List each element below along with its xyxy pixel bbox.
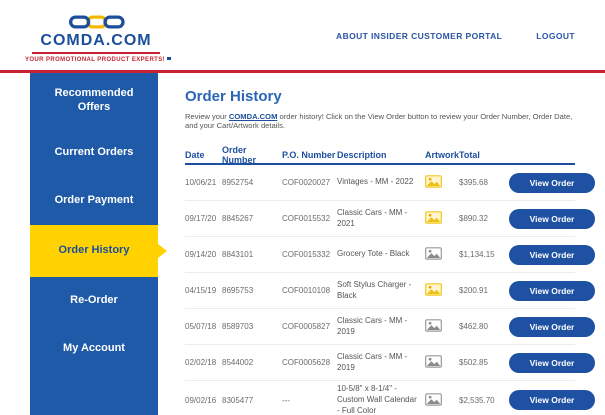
comda-link[interactable]: COMDA.COM — [229, 112, 278, 121]
row-po-number: COF0010108 — [282, 286, 331, 295]
artwork-image-icon[interactable] — [425, 211, 442, 224]
col-date: Date — [185, 150, 205, 160]
row-po-number: --- — [282, 395, 290, 405]
artwork-image-icon[interactable] — [425, 247, 442, 260]
row-date: 02/02/18 — [185, 358, 217, 367]
row-order-number: 8952754 — [222, 178, 254, 187]
row-po-number: COF0005628 — [282, 358, 331, 367]
tagline: YOUR PROMOTIONAL PRODUCT EXPERTS! — [25, 57, 172, 63]
view-order-button[interactable]: View Order — [509, 316, 595, 337]
sidebar-item-re-order[interactable]: Re-Order — [30, 277, 158, 325]
tagline-text: YOUR PROMOTIONAL PRODUCT EXPERTS! — [24, 57, 166, 63]
row-order-number: 8589703 — [222, 322, 254, 331]
sidebar-item-order-payment[interactable]: Order Payment — [30, 177, 158, 225]
row-date: 09/14/20 — [185, 250, 217, 259]
row-order-number: 8695753 — [222, 286, 254, 295]
row-po-number: COF0015332 — [282, 250, 331, 259]
row-description: Vintages - MM - 2022 — [337, 177, 414, 187]
row-date: 05/07/18 — [185, 322, 217, 331]
table-row: 10/06/21 8952754 COF0020027 Vintages - M… — [185, 165, 595, 201]
row-po-number: COF0020027 — [282, 178, 331, 187]
view-order-button[interactable]: View Order — [509, 208, 595, 229]
row-total: $502.85 — [459, 358, 488, 367]
page-title: Order History — [185, 88, 282, 105]
row-po-number: COF0005827 — [282, 322, 331, 331]
artwork-image-icon[interactable] — [425, 392, 442, 406]
col-total: Total — [459, 150, 480, 160]
row-description: Soft Stylus Charger - Black — [337, 279, 412, 300]
view-order-button[interactable]: View Order — [509, 172, 595, 193]
about-insider-customer-portal-link[interactable]: ABOUT INSIDER CUSTOMER PORTAL — [336, 31, 502, 41]
row-description: 10-5/8" x 8-1/4" - Custom Wall Calendar … — [337, 384, 417, 415]
row-order-number: 8845267 — [222, 214, 254, 223]
sidebar-item-current-orders[interactable]: Current Orders — [30, 129, 158, 177]
row-total: $2,535.70 — [459, 395, 495, 405]
sidebar-item-recommended-offers[interactable]: Recommended Offers — [30, 73, 158, 129]
view-order-button[interactable]: View Order — [509, 352, 595, 373]
col-artwork: Artwork — [425, 150, 460, 160]
sidebar-item-my-account[interactable]: My Account — [30, 325, 158, 373]
sidebar-item-order-history[interactable]: Order History — [30, 225, 158, 277]
view-order-button[interactable]: View Order — [509, 280, 595, 301]
intro-text: Review your COMDA.COM order history! Cli… — [185, 112, 575, 130]
brand-underline — [32, 52, 160, 54]
row-date: 04/15/19 — [185, 286, 217, 295]
brand-name: COMDA.COM — [40, 32, 152, 49]
col-po-number: P.O. Number — [282, 150, 336, 160]
order-history-table: Date Order Number P.O. Number Descriptio… — [185, 145, 595, 415]
row-order-number: 8544002 — [222, 358, 254, 367]
table-row: 09/02/16 8305477 --- 10-5/8" x 8-1/4" - … — [185, 381, 595, 415]
main-content: Order History Review your COMDA.COM orde… — [185, 73, 595, 415]
row-date: 10/06/21 — [185, 178, 217, 187]
intro-prefix: Review your — [185, 112, 229, 121]
artwork-image-icon[interactable] — [425, 175, 442, 188]
view-order-button[interactable]: View Order — [509, 244, 595, 265]
col-description: Description — [337, 150, 387, 160]
row-date: 09/02/16 — [185, 395, 217, 405]
col-order-number: Order Number — [222, 145, 257, 165]
table-row: 09/14/20 8843101 COF0015332 Grocery Tote… — [185, 237, 595, 273]
logo[interactable]: COMDA.COM YOUR PROMOTIONAL PRODUCT EXPER… — [25, 13, 172, 63]
artwork-image-icon[interactable] — [425, 283, 442, 296]
row-description: Classic Cars - MM - 2019 — [337, 315, 408, 336]
order-table-body: 10/06/21 8952754 COF0020027 Vintages - M… — [185, 165, 595, 415]
artwork-image-icon[interactable] — [425, 319, 442, 332]
table-row: 04/15/19 8695753 COF0010108 Soft Stylus … — [185, 273, 595, 309]
row-total: $462.80 — [459, 322, 488, 331]
header: COMDA.COM YOUR PROMOTIONAL PRODUCT EXPER… — [0, 0, 605, 73]
top-nav: ABOUT INSIDER CUSTOMER PORTAL LOGOUT — [336, 31, 575, 41]
row-description: Classic Cars - MM - 2019 — [337, 351, 408, 372]
row-order-number: 8305477 — [222, 395, 254, 405]
chain-links-icon — [68, 15, 125, 29]
row-total: $395.68 — [459, 178, 488, 187]
row-total: $890.32 — [459, 214, 488, 223]
row-total: $200.91 — [459, 286, 488, 295]
sidebar: Recommended Offers Current Orders Order … — [30, 73, 158, 415]
table-row: 05/07/18 8589703 COF0005827 Classic Cars… — [185, 309, 595, 345]
row-po-number: COF0015532 — [282, 214, 331, 223]
view-order-button[interactable]: View Order — [509, 390, 595, 411]
logout-link[interactable]: LOGOUT — [536, 31, 575, 41]
row-description: Classic Cars - MM - 2021 — [337, 207, 408, 228]
row-description: Grocery Tote - Black — [337, 249, 410, 259]
table-row: 09/17/20 8845267 COF0015532 Classic Cars… — [185, 201, 595, 237]
row-date: 09/17/20 — [185, 214, 217, 223]
row-order-number: 8843101 — [222, 250, 254, 259]
table-row: 02/02/18 8544002 COF0005628 Classic Cars… — [185, 345, 595, 381]
row-total: $1,134.15 — [459, 250, 495, 259]
artwork-image-icon[interactable] — [425, 355, 442, 368]
table-header-row: Date Order Number P.O. Number Descriptio… — [185, 145, 575, 165]
